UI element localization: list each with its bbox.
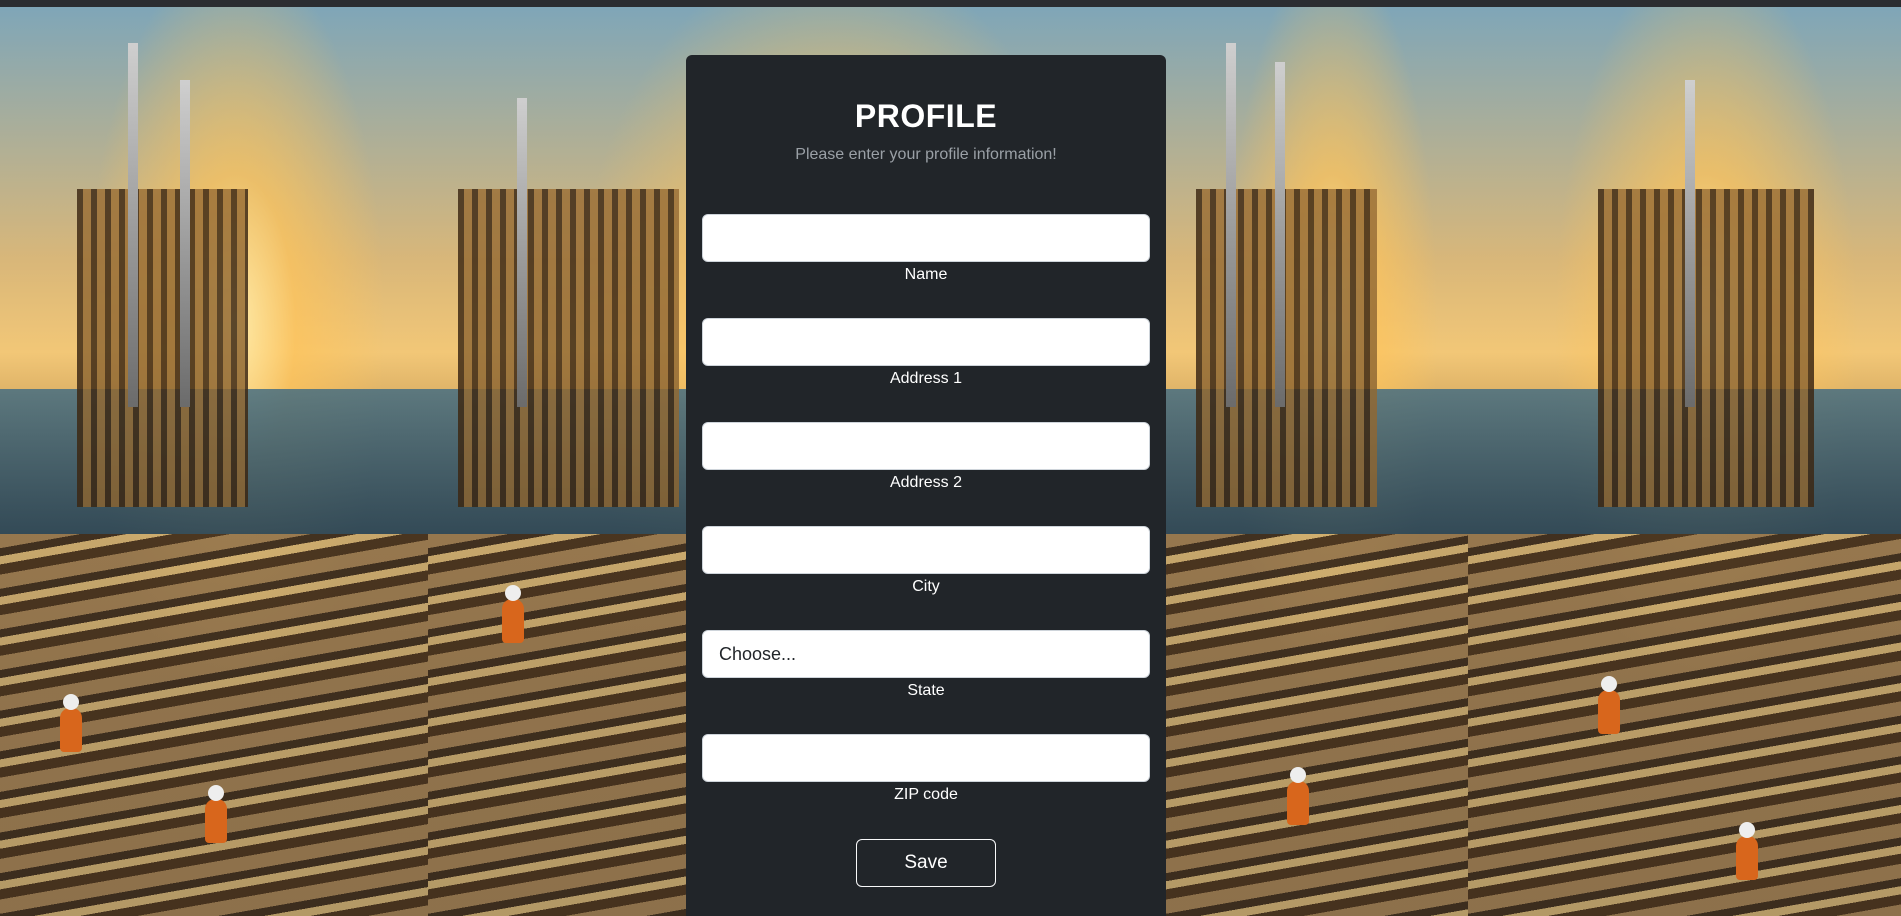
zip-label: ZIP code: [894, 786, 958, 803]
address2-input[interactable]: [702, 422, 1150, 470]
city-label: City: [912, 578, 940, 595]
page-title: PROFILE: [854, 98, 998, 134]
background-tile: [1166, 7, 1468, 916]
name-field-group: Name: [702, 214, 1150, 285]
profile-form-panel: PROFILE Please enter your profile inform…: [686, 55, 1166, 916]
address1-input[interactable]: [702, 318, 1150, 366]
zip-field-group: ZIP code: [702, 734, 1150, 805]
state-select[interactable]: Choose...: [702, 630, 1150, 678]
state-selected-value: Choose...: [719, 643, 797, 664]
city-input[interactable]: [702, 526, 1150, 574]
background-tile: [1468, 7, 1901, 916]
save-button[interactable]: Save: [856, 839, 996, 887]
address2-field-group: Address 2: [702, 422, 1150, 493]
state-label: State: [907, 682, 945, 699]
address2-label: Address 2: [889, 474, 963, 491]
address1-label: Address 1: [889, 370, 963, 387]
name-label: Name: [904, 266, 948, 283]
background-tile: [0, 7, 428, 916]
city-field-group: City: [702, 526, 1150, 597]
window-top-bar: [0, 0, 1901, 7]
page-subtitle: Please enter your profile information!: [795, 146, 1057, 163]
zip-input[interactable]: [702, 734, 1150, 782]
name-input[interactable]: [702, 214, 1150, 262]
address1-field-group: Address 1: [702, 318, 1150, 389]
state-field-group: Choose... State: [702, 630, 1150, 701]
